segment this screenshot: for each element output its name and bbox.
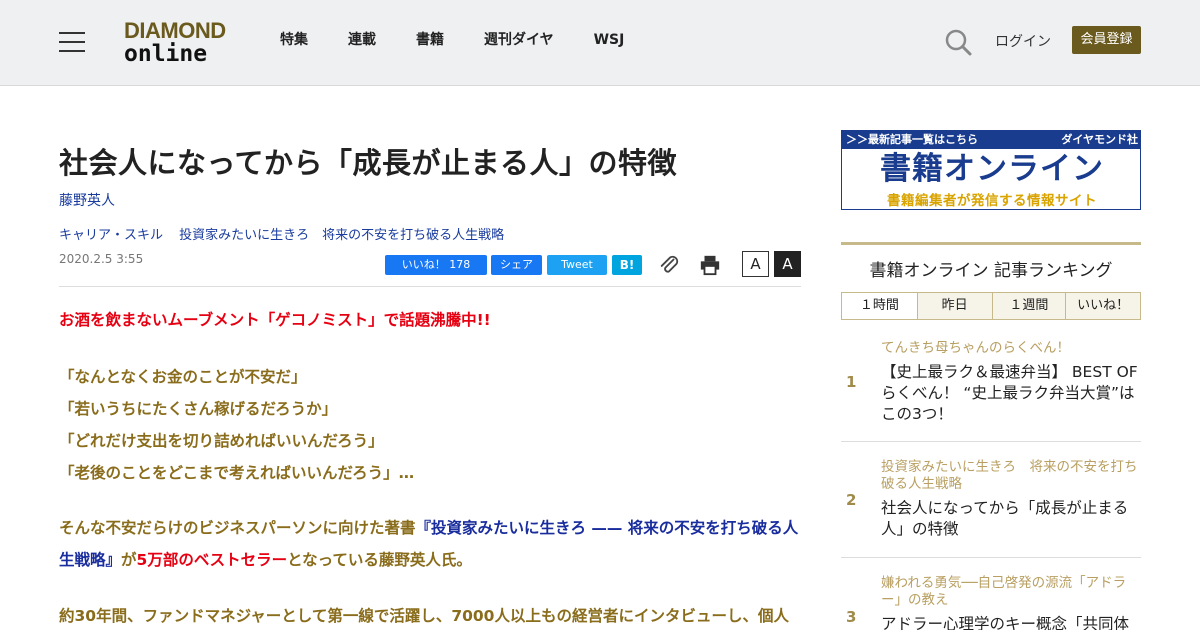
ranking-item[interactable]: 1 てんきち母ちゃんのらくべん！ 【史上最ラク＆最速弁当】 BEST OF らく… bbox=[841, 330, 1141, 442]
nav-item-books[interactable]: 書籍 bbox=[416, 31, 444, 49]
tab-likes[interactable]: いいね！ bbox=[1066, 293, 1140, 319]
publish-date: 2020.2.5 3:55 bbox=[59, 252, 144, 266]
rank-category: 嫌われる勇気──自己啓発の源流「アドラー」の教え bbox=[881, 575, 1127, 608]
banner-subtitle: 書籍編集者が発信する情報サイト bbox=[887, 193, 1097, 209]
rank-number: 1 bbox=[846, 373, 857, 391]
book-online-banner[interactable]: ＞＞最新記事一覧はこちら ダイヤモンド社 書籍オンライン 書籍編集者が発信する情… bbox=[841, 130, 1141, 210]
main-nav: 特集 連載 書籍 週刊ダイヤ WSJ bbox=[280, 31, 664, 49]
article-tags: キャリア・スキル 投資家みたいに生きろ 将来の不安を打ち破る人生戦略 bbox=[59, 224, 516, 243]
rank-headline[interactable]: アドラー心理学のキー概念「共同体 bbox=[881, 614, 1139, 630]
banner-top: ＞＞最新記事一覧はこちら ダイヤモンド社 bbox=[842, 131, 1140, 149]
search-icon[interactable] bbox=[944, 28, 972, 56]
para-text: となっている藤野英人氏。 bbox=[287, 551, 472, 569]
nav-item-weekly-diamond[interactable]: 週刊ダイヤ bbox=[484, 31, 554, 49]
tab-1week[interactable]: １週間 bbox=[992, 293, 1067, 319]
rank-number: 2 bbox=[846, 491, 857, 509]
site-header: DIAMOND online 特集 連載 書籍 週刊ダイヤ WSJ ログイン 会… bbox=[0, 0, 1200, 86]
ranking-item[interactable]: 3 嫌われる勇気──自己啓発の源流「アドラー」の教え アドラー心理学のキー概念「… bbox=[841, 558, 1141, 630]
para-text: そんな不安だらけのビジネスパーソンに向けた著書 bbox=[59, 519, 416, 537]
quote-line: 「老後のことをどこまで考えればいいんだろう」… bbox=[59, 464, 415, 482]
rank-headline[interactable]: 【史上最ラク＆最速弁当】 BEST OF らくべん！ “史上最ラク弁当大賞”は … bbox=[881, 362, 1139, 425]
tweet-button[interactable]: Tweet bbox=[547, 255, 607, 275]
logo-line2: online bbox=[124, 41, 208, 67]
register-button[interactable]: 会員登録 bbox=[1072, 26, 1141, 54]
rank-headline[interactable]: 社会人になってから「成長が止まる人」の特徴 bbox=[881, 498, 1139, 540]
rank-number: 3 bbox=[846, 608, 857, 626]
tag-link-series[interactable]: 投資家みたいに生きろ 将来の不安を打ち破る人生戦略 bbox=[179, 228, 504, 243]
ranking-item[interactable]: 2 投資家みたいに生きろ 将来の不安を打ち破る人生戦略 社会人になってから「成長… bbox=[841, 442, 1141, 558]
print-icon[interactable] bbox=[699, 254, 721, 276]
tab-1hour[interactable]: １時間 bbox=[842, 293, 918, 319]
quote-line: 「なんとなくお金のことが不安だ」 bbox=[59, 368, 307, 386]
quote-line: 「若いうちにたくさん稼げるだろうか」 bbox=[59, 400, 338, 418]
para-text: が bbox=[121, 551, 137, 569]
hamburger-menu-icon[interactable] bbox=[59, 32, 85, 52]
article-paragraph: そんな不安だらけのビジネスパーソンに向けた著書『投資家みたいに生きろ —— 将来… bbox=[59, 512, 801, 576]
facebook-share-button[interactable]: シェア bbox=[491, 255, 542, 275]
banner-top-text: ＞＞最新記事一覧はこちら bbox=[846, 133, 978, 146]
article-paragraph: 約30年間、ファンドマネジャーとして第一線で活躍し、7000人以上もの経営者にイ… bbox=[59, 607, 789, 625]
font-size-small-button[interactable]: A bbox=[742, 251, 769, 277]
rank-category: 投資家みたいに生きろ 将来の不安を打ち破る人生戦略 bbox=[881, 459, 1138, 492]
banner-title: 書籍オンライン bbox=[880, 151, 1104, 187]
login-link[interactable]: ログイン bbox=[995, 31, 1051, 51]
sales-emphasis: 5万部のベストセラー bbox=[136, 551, 288, 569]
article-title: 社会人になってから「成長が止まる人」の特徴 bbox=[59, 146, 678, 180]
banner-publisher: ダイヤモンド社 bbox=[1061, 133, 1138, 146]
facebook-like-button[interactable]: いいね！ 178 bbox=[385, 255, 487, 275]
ranking-tabs: １時間 昨日 １週間 いいね！ bbox=[841, 292, 1141, 320]
tab-yesterday[interactable]: 昨日 bbox=[917, 293, 993, 319]
font-size-large-button[interactable]: A bbox=[774, 251, 801, 277]
rank-category: てんきち母ちゃんのらくべん！ bbox=[881, 340, 1070, 356]
quote-line: 「どれだけ支出を切り詰めればいいんだろう」 bbox=[59, 432, 384, 450]
divider bbox=[59, 286, 801, 287]
hatena-bookmark-button[interactable]: B! bbox=[612, 255, 642, 275]
ranking-border bbox=[841, 242, 1141, 245]
author-link[interactable]: 藤野英人 bbox=[59, 190, 115, 210]
nav-item-feature[interactable]: 特集 bbox=[280, 31, 308, 49]
logo-line1: DIAMOND bbox=[124, 18, 226, 43]
nav-item-series[interactable]: 連載 bbox=[348, 31, 376, 49]
article-lead: お酒を飲まないムーブメント「ゲコノミスト」で話題沸騰中!! bbox=[59, 311, 491, 329]
nav-item-wsj[interactable]: WSJ bbox=[594, 31, 625, 49]
paperclip-icon[interactable] bbox=[658, 254, 680, 276]
article-quotes: 「なんとなくお金のことが不安だ」 「若いうちにたくさん稼げるだろうか」 「どれだ… bbox=[59, 361, 801, 489]
site-logo[interactable]: DIAMOND online bbox=[124, 18, 226, 67]
ranking-title: 書籍オンライン 記事ランキング bbox=[869, 261, 1113, 281]
tag-link-career[interactable]: キャリア・スキル bbox=[59, 228, 163, 243]
